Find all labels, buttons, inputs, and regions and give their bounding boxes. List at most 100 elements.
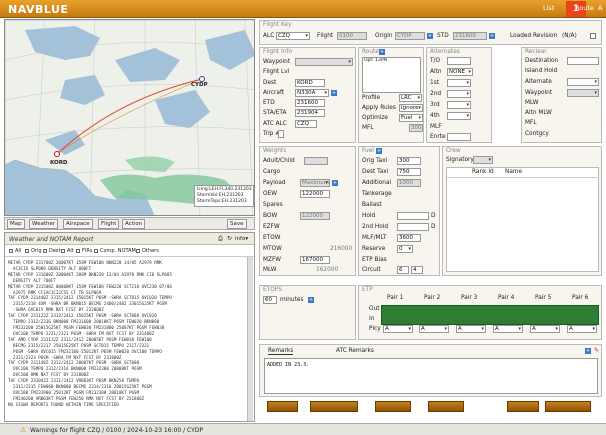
signatory-select[interactable] [473,156,493,164]
orig-taxi-field[interactable]: 300 [397,157,421,165]
filter-comp-notams[interactable]: Comp. NOTAMs [100,248,138,254]
action-button-3[interactable] [375,401,411,412]
etp-plcy-select[interactable]: A [383,325,413,333]
etp-plcy-select[interactable]: A [567,325,597,333]
apply-rules-select[interactable]: Ignore [399,104,423,112]
weather-button[interactable]: Weather [29,219,59,229]
dest-taxi-label: Dest Taxi [362,169,389,175]
optimize-select[interactable]: Fuel [399,114,423,122]
action-button-5[interactable] [507,401,539,412]
action-button[interactable]: Action [122,219,146,229]
circuit-b-field[interactable]: 4 [411,266,423,274]
mfl-field[interactable]: 300 [409,124,423,132]
sta-eta-field[interactable]: 231904 [295,109,325,117]
dest-taxi-field[interactable]: 750 [397,168,421,176]
payload-lookup-icon[interactable]: + [332,180,338,186]
flight-button[interactable]: Flight [98,219,120,229]
remarks-tab[interactable]: Remarks [268,348,294,355]
map-save-button[interactable]: Save [227,219,247,229]
filter-checkbox[interactable] [136,249,140,253]
map-button[interactable]: Map [7,219,25,229]
circuit-a-field[interactable]: 6 [397,266,409,274]
mfl-label: MFL [362,125,374,131]
reclear-destination-field[interactable] [567,57,599,65]
payload-select[interactable]: Maximum [300,179,330,187]
route-map[interactable]: CYDP KORD Icing:LEH.FL340.231203 StormVo… [4,19,255,216]
refresh-icon[interactable]: ↻ [227,235,232,242]
std-lookup-icon[interactable]: + [489,33,495,39]
reserve-select[interactable]: 0 [397,245,413,253]
atc-alc-field[interactable]: CZQ [295,120,317,128]
aircraft-lookup-icon[interactable]: + [331,90,337,96]
hold-field[interactable] [397,212,429,220]
remarks-tool-icon[interactable]: ✎ [594,347,599,354]
etp-plcy-select[interactable]: A [419,325,449,333]
second-alt-select[interactable] [447,90,471,98]
std-field[interactable]: 231600 [453,32,487,40]
etops-minutes-field[interactable]: 60 [263,296,277,304]
dest-field[interactable]: KORD [295,79,325,87]
filter-checkbox[interactable] [9,249,13,253]
info-icon[interactable]: info▾ [235,236,248,242]
filter-checkbox[interactable] [25,249,29,253]
third-alt-select[interactable] [447,101,471,109]
nav-list-link[interactable]: List [543,4,554,12]
flight-number-field[interactable]: 0100 [337,32,367,40]
takeoff-alt-field[interactable] [447,57,471,65]
etops-lookup-icon[interactable]: + [308,297,314,303]
print-icon[interactable]: ⎙ [218,235,223,243]
atc-remarks-tab[interactable]: ATC Remarks [336,348,374,354]
alc-select[interactable]: CZQ [276,32,310,40]
revision-checkbox[interactable] [590,33,596,39]
fourth-alt-select[interactable] [447,112,471,120]
adult-child-field[interactable] [304,157,328,165]
filter-firs[interactable]: FIRs [82,248,92,254]
second-hold-field[interactable] [397,223,429,231]
remarks-edit-icon[interactable]: + [585,348,591,354]
etow-label: ETOW [263,235,281,241]
filter-checkbox[interactable] [61,249,65,253]
action-button-4[interactable] [428,401,464,412]
filter-all[interactable]: All [15,248,21,254]
mzfw-field[interactable]: 167000 [300,256,330,264]
filter-others[interactable]: Others [142,248,159,254]
mlf-mlt-field[interactable]: 3600 [397,234,421,242]
airspace-button[interactable]: Airspace [63,219,93,229]
route-edit-icon[interactable]: + [379,49,385,55]
etp-plcy-select[interactable]: A [493,325,523,333]
filter-alt[interactable]: Alt [67,248,74,254]
route-text[interactable]: Opt: 13PN [362,57,421,93]
nav-more-link[interactable]: A [598,4,602,12]
filter-checkbox[interactable] [94,249,98,253]
filter-checkbox[interactable] [43,249,47,253]
filter-checkbox[interactable] [76,249,80,253]
trip-number-field[interactable] [278,130,284,138]
filter-orig[interactable]: Orig [31,248,42,254]
action-button-2[interactable] [310,401,358,412]
action-button-6[interactable] [545,401,591,412]
origin-lookup-icon[interactable]: + [427,33,433,39]
enroute-alt-field[interactable] [447,133,471,141]
altn-label: Altn [430,69,442,75]
remarks-text[interactable]: ADDED IN 23.3. [264,358,598,394]
waypoint-select[interactable] [295,58,353,66]
aircraft-select[interactable]: N330A [295,89,329,97]
profile-select[interactable]: LRC [399,94,422,102]
origin-field[interactable]: CYDP [395,32,425,40]
etp-grid[interactable] [381,305,599,325]
etp-plcy-select[interactable]: A [456,325,486,333]
nav-route-link[interactable]: Route [575,4,594,12]
fuel-edit-icon[interactable]: + [376,148,382,154]
reclear-waypoint-select[interactable] [567,89,599,97]
report-scrollbar[interactable] [247,257,253,421]
etp-plcy-select[interactable]: A [530,325,560,333]
oew-field[interactable]: 122000 [300,190,330,198]
bow-field[interactable]: 122000 [300,212,330,220]
altn-select[interactable]: NONE [447,68,473,76]
additional-field[interactable]: 1000 [397,179,421,187]
etd-field[interactable]: 231600 [295,99,325,107]
reclear-alternate-select[interactable] [567,78,599,86]
action-button-1[interactable] [267,401,298,412]
first-alt-select[interactable] [447,79,471,87]
filter-dest[interactable]: Dest [49,248,61,254]
